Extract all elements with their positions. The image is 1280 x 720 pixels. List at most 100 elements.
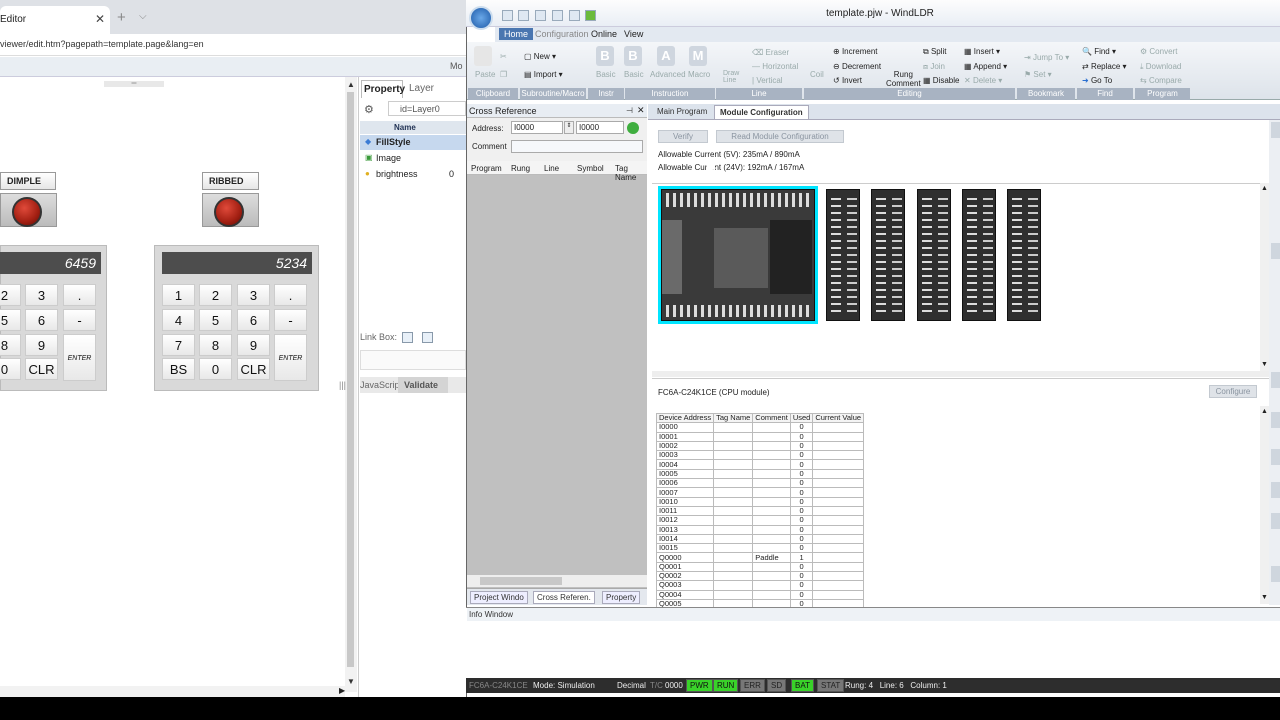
- key-0[interactable]: 0: [0, 358, 21, 380]
- device-address-cell[interactable]: I0007: [655, 487, 715, 498]
- cut-icon[interactable]: ✂: [500, 52, 507, 61]
- comment-cell[interactable]: [752, 533, 791, 545]
- side-tab[interactable]: [1271, 482, 1280, 498]
- table-row[interactable]: Q0003 0: [655, 580, 865, 591]
- key-clr[interactable]: CLR: [25, 358, 58, 380]
- table-row[interactable]: I0003 0: [655, 450, 865, 461]
- table-row[interactable]: I0013 0: [655, 524, 865, 535]
- comment-cell[interactable]: [752, 571, 791, 582]
- read-module-configuration-button[interactable]: Read Module Configuration: [716, 130, 844, 143]
- current-value-cell[interactable]: [812, 524, 865, 535]
- used-cell[interactable]: 0: [789, 468, 814, 480]
- table-row[interactable]: Q0004 0: [655, 589, 865, 600]
- table-row[interactable]: I0012 0: [655, 515, 865, 526]
- cpu-module[interactable]: [661, 189, 815, 321]
- table-row[interactable]: Q0002 0: [655, 571, 865, 582]
- comment-cell[interactable]: [752, 589, 791, 600]
- key-3[interactable]: 3: [25, 284, 58, 306]
- key-9[interactable]: 9: [237, 334, 270, 356]
- side-tab[interactable]: [1271, 243, 1280, 259]
- column-device-address[interactable]: Device Address: [655, 412, 715, 424]
- device-address-cell[interactable]: I0011: [655, 505, 715, 517]
- module-area-scrollbar[interactable]: ▲ ▼: [1260, 183, 1269, 371]
- used-cell[interactable]: 0: [789, 571, 814, 582]
- ribbed-red-button[interactable]: [214, 197, 244, 227]
- scroll-down-icon[interactable]: ▼: [347, 677, 355, 686]
- verify-button[interactable]: Verify: [658, 130, 708, 143]
- device-address-cell[interactable]: I0010: [655, 496, 715, 507]
- refresh-icon[interactable]: [627, 122, 639, 134]
- device-address-cell[interactable]: Q0000: [655, 552, 715, 563]
- key-minus[interactable]: -: [274, 309, 307, 331]
- vertical-button[interactable]: | Vertical: [752, 76, 783, 85]
- download-button[interactable]: ⤓ Download: [1140, 62, 1181, 72]
- key-dot[interactable]: .: [63, 284, 96, 306]
- rung-comment-button[interactable]: Rung Comment: [886, 70, 921, 88]
- device-address-cell[interactable]: I0015: [655, 543, 715, 554]
- tag-name-cell[interactable]: [713, 422, 754, 433]
- tab-main-program[interactable]: Main Program: [652, 105, 712, 118]
- tag-name-cell[interactable]: [713, 450, 754, 461]
- key-9[interactable]: 9: [25, 334, 58, 356]
- find-button[interactable]: 🔍 Find ▾: [1082, 47, 1116, 56]
- paste-icon[interactable]: [474, 46, 492, 66]
- invert-button[interactable]: ↺ Invert: [833, 76, 862, 85]
- insert-button[interactable]: ▦ Insert ▾: [964, 47, 1000, 56]
- current-value-cell[interactable]: [812, 571, 865, 582]
- key-1[interactable]: 1: [162, 284, 195, 306]
- key-6[interactable]: 6: [237, 309, 270, 331]
- basic-button[interactable]: Basic: [624, 70, 644, 79]
- tag-name-cell[interactable]: [713, 543, 754, 554]
- tag-name-cell[interactable]: [713, 524, 754, 535]
- undo-icon[interactable]: [518, 10, 529, 21]
- io-module[interactable]: [871, 189, 905, 321]
- table-row[interactable]: I0015 0: [655, 543, 865, 554]
- tag-name-cell[interactable]: [713, 571, 754, 582]
- tab-view[interactable]: View: [619, 28, 648, 40]
- scroll-down-icon[interactable]: ▼: [1261, 361, 1268, 368]
- side-tab[interactable]: [1271, 513, 1280, 529]
- tab-home[interactable]: Home: [499, 28, 534, 40]
- used-cell[interactable]: 0: [789, 422, 814, 433]
- toolbar-label[interactable]: Mo: [450, 61, 463, 71]
- comment-cell[interactable]: [752, 487, 791, 498]
- scroll-up-icon[interactable]: ▲: [347, 80, 355, 89]
- table-row[interactable]: I0007 0: [655, 487, 865, 498]
- panel-gripper[interactable]: |||: [339, 380, 346, 394]
- tag-name-cell[interactable]: [713, 515, 754, 526]
- column-rung[interactable]: Rung: [511, 164, 530, 173]
- tab-javascript[interactable]: JavaScript: [360, 380, 402, 390]
- device-address-cell[interactable]: I0005: [655, 468, 715, 480]
- tab-property[interactable]: Property: [361, 80, 405, 98]
- canvas-horizontal-scrollbar[interactable]: [0, 686, 345, 697]
- io-module[interactable]: [826, 189, 860, 321]
- key-2[interactable]: 2: [0, 284, 21, 306]
- device-address-cell[interactable]: I0013: [655, 524, 715, 535]
- scroll-right-icon[interactable]: ▶: [339, 686, 345, 695]
- current-value-cell[interactable]: [812, 533, 865, 545]
- tag-name-cell[interactable]: [713, 589, 754, 600]
- side-tab[interactable]: [1271, 449, 1280, 465]
- device-address-cell[interactable]: Q0002: [655, 571, 715, 582]
- key-8[interactable]: 8: [0, 334, 21, 356]
- side-tab[interactable]: [1271, 566, 1280, 582]
- key-2[interactable]: 2: [199, 284, 232, 306]
- current-value-cell[interactable]: [812, 580, 865, 591]
- device-address-cell[interactable]: I0000: [655, 422, 715, 433]
- current-value-cell[interactable]: [812, 431, 865, 442]
- redo-icon[interactable]: [535, 10, 546, 21]
- comment-field[interactable]: [511, 140, 643, 153]
- used-cell[interactable]: 0: [789, 589, 814, 600]
- property-row-image[interactable]: Image: [360, 151, 466, 166]
- used-cell[interactable]: 0: [789, 543, 814, 554]
- table-row[interactable]: I0004 0: [655, 459, 865, 470]
- scroll-up-icon[interactable]: ▲: [1261, 408, 1268, 415]
- comment-cell[interactable]: [752, 431, 791, 442]
- property-value[interactable]: 0: [449, 169, 454, 179]
- advanced-button[interactable]: Advanced: [650, 70, 686, 79]
- key-minus[interactable]: -: [63, 309, 96, 331]
- used-cell[interactable]: 0: [789, 524, 814, 535]
- disable-button[interactable]: ▦ Disable: [923, 76, 959, 85]
- comment-cell[interactable]: [752, 543, 791, 554]
- current-value-cell[interactable]: [812, 478, 865, 489]
